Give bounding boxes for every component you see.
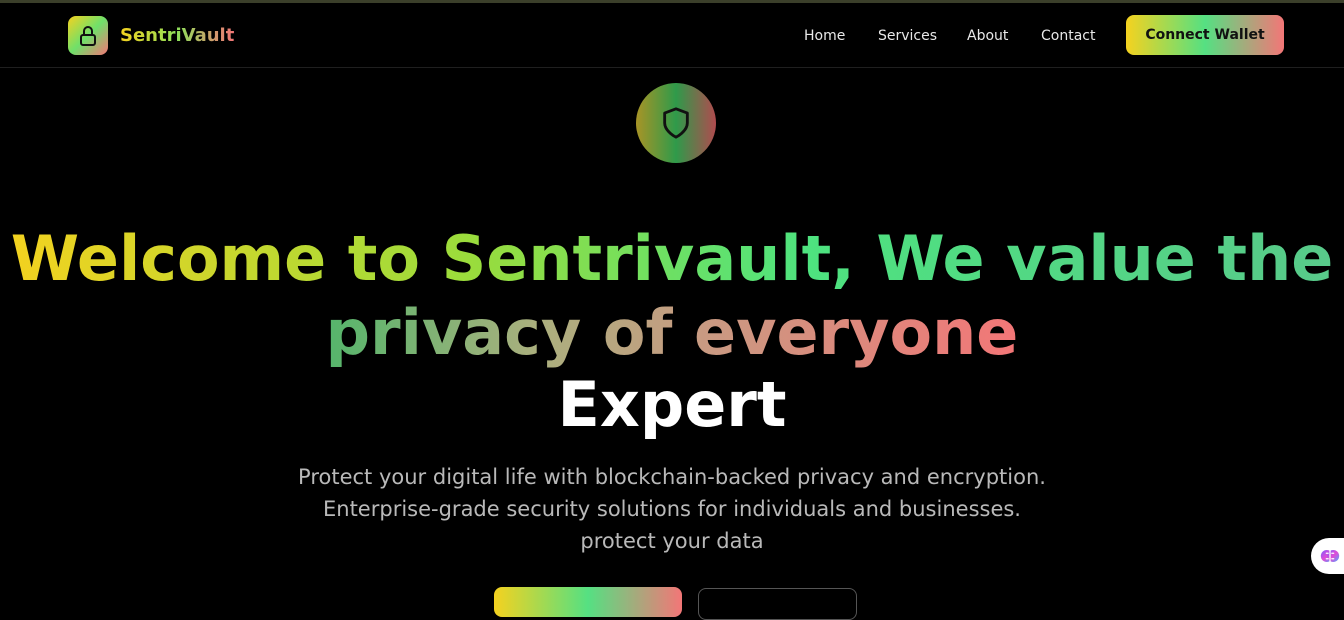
hero-subtext: Protect your digital life with blockchai…	[0, 461, 1344, 557]
headline-line-3: Expert	[557, 368, 787, 441]
connect-wallet-button[interactable]: Connect Wallet	[1126, 15, 1284, 55]
brand-name[interactable]: SentriVault	[120, 24, 234, 48]
nav-link-home[interactable]: Home	[804, 26, 845, 46]
shield-icon	[663, 107, 689, 139]
secondary-cta-button[interactable]	[698, 588, 857, 620]
subtext-line-2: Enterprise-grade security solutions for …	[323, 497, 1021, 521]
nav-link-services[interactable]: Services	[878, 26, 937, 46]
nav-link-contact[interactable]: Contact	[1041, 26, 1095, 46]
headline-line-2: privacy of everyone	[325, 296, 1019, 369]
hero-headline: Welcome to Sentrivault, We value the pri…	[0, 222, 1344, 370]
subtext-line-1: Protect your digital life with blockchai…	[298, 465, 1046, 489]
headline-line-1: Welcome to Sentrivault, We value the	[0, 222, 1344, 296]
nav-link-about[interactable]: About	[967, 26, 1008, 46]
logo[interactable]	[68, 16, 108, 55]
hero-badge	[636, 83, 716, 163]
lock-icon	[80, 25, 96, 46]
brain-icon	[1320, 549, 1340, 563]
primary-cta-button[interactable]	[494, 587, 682, 617]
assistant-widget[interactable]	[1311, 538, 1344, 574]
site-header: SentriVault Home Services About Contact …	[0, 3, 1344, 68]
subtext-line-3: protect your data	[580, 529, 764, 553]
